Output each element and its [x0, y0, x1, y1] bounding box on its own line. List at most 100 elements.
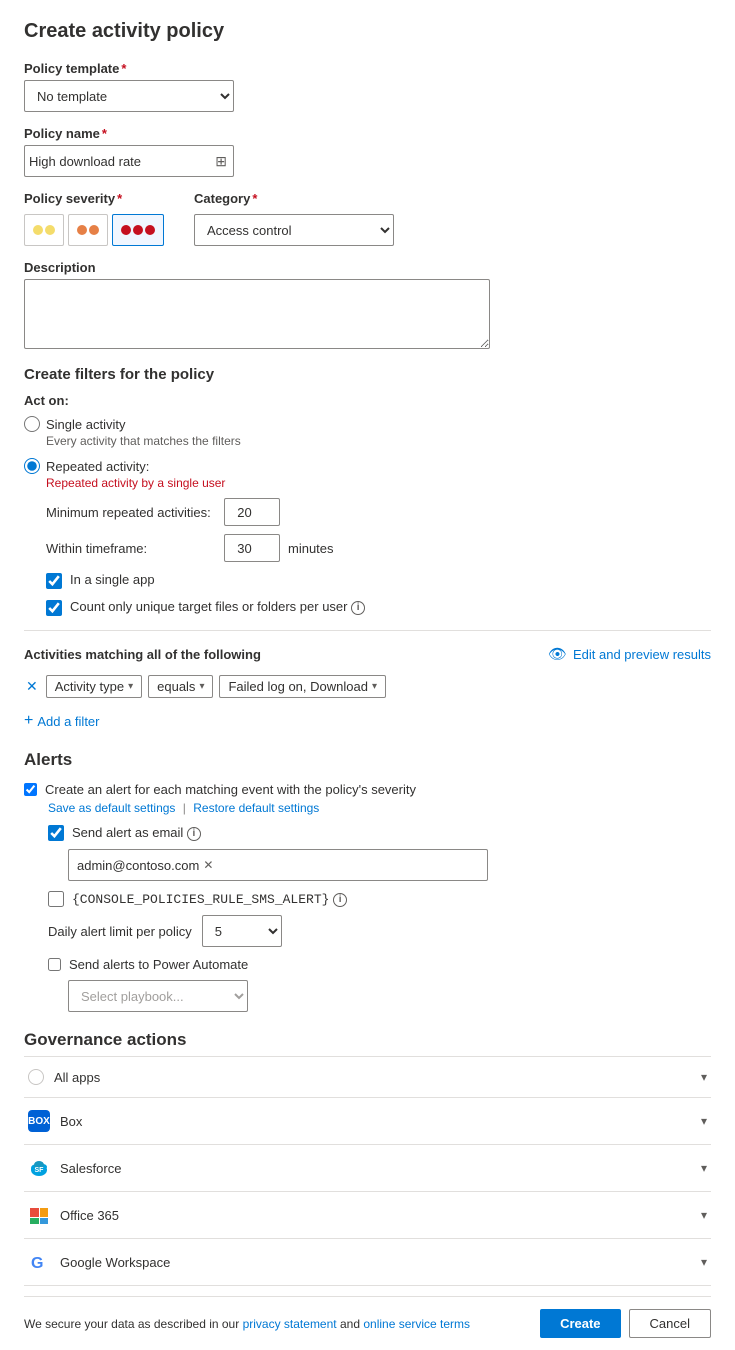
repeated-activity-label: Repeated activity: [46, 459, 149, 474]
within-timeframe-row: Within timeframe: minutes [46, 534, 711, 562]
activities-filter-title: Activities matching all of the following [24, 647, 261, 662]
salesforce-row[interactable]: SF Salesforce ▾ [24, 1145, 711, 1192]
box-row-left: BOX Box [28, 1110, 82, 1132]
sev-dot-high-2 [133, 225, 143, 235]
google-chevron: ▾ [701, 1255, 707, 1269]
repeated-activity-desc: Repeated activity by a single user [46, 476, 711, 490]
daily-limit-label: Daily alert limit per policy [48, 924, 192, 939]
google-row[interactable]: G Google Workspace ▾ [24, 1239, 711, 1286]
all-apps-radio-icon [28, 1069, 44, 1085]
save-default-link[interactable]: Save as default settings [48, 801, 175, 815]
office365-row[interactable]: Office 365 ▾ [24, 1192, 711, 1239]
sms-alert-checkbox[interactable] [48, 891, 64, 907]
edit-preview-btn[interactable]: 👁 Edit and preview results [548, 645, 711, 663]
filter-chip-operator[interactable]: equals ▾ [148, 675, 213, 698]
severity-low-btn[interactable] [24, 214, 64, 246]
page-title: Create activity policy [24, 20, 711, 43]
filter-chip-field[interactable]: Activity type ▾ [46, 675, 142, 698]
policy-template-label: Policy template* [24, 61, 711, 76]
single-app-label: In a single app [70, 572, 155, 587]
policy-template-select[interactable]: No template [24, 80, 234, 112]
google-icon: G [28, 1251, 50, 1273]
box-name: Box [60, 1114, 82, 1129]
privacy-link[interactable]: privacy statement [243, 1317, 337, 1331]
email-tag: admin@contoso.com ✕ [77, 858, 213, 873]
send-email-checkbox[interactable] [48, 825, 64, 841]
cancel-button[interactable]: Cancel [629, 1309, 711, 1338]
sev-dot-med-2 [89, 225, 99, 235]
activities-filter-section: Activities matching all of the following… [24, 645, 711, 734]
power-automate-row: Send alerts to Power Automate [48, 957, 711, 972]
severity-label: Policy severity* [24, 191, 164, 206]
count-unique-checkbox[interactable] [46, 600, 62, 616]
single-app-checkbox[interactable] [46, 573, 62, 589]
governance-section: Governance actions All apps ▾ BOX Box ▾ [24, 1030, 711, 1286]
salesforce-icon: SF [28, 1157, 50, 1179]
min-repeated-input[interactable] [224, 498, 280, 526]
alerts-section: Alerts Create an alert for each matching… [24, 750, 711, 1012]
all-apps-name: All apps [54, 1070, 100, 1085]
count-unique-info-icon[interactable]: i [351, 601, 365, 615]
severity-category-row: Policy severity* Catego [24, 191, 711, 246]
alerts-title: Alerts [24, 750, 711, 770]
repeated-activity-group: Repeated activity: Repeated activity by … [24, 458, 711, 562]
create-alert-checkbox[interactable] [24, 783, 37, 796]
page-container: Create activity policy Policy template* … [0, 0, 735, 1350]
daily-limit-select[interactable]: 5 1 10 20 50 [202, 915, 282, 947]
power-automate-label: Send alerts to Power Automate [69, 957, 248, 972]
sms-info-icon[interactable]: i [333, 893, 347, 907]
all-apps-row[interactable]: All apps ▾ [24, 1057, 711, 1098]
severity-group: Policy severity* [24, 191, 164, 246]
add-filter-btn[interactable]: + Add a filter [24, 708, 100, 734]
section-divider-1 [24, 630, 711, 631]
within-timeframe-input[interactable] [224, 534, 280, 562]
restore-default-link[interactable]: Restore default settings [193, 801, 319, 815]
category-select[interactable]: Access control Threat detection Complian… [194, 214, 394, 246]
description-textarea[interactable] [24, 279, 490, 349]
sms-alert-row: {CONSOLE_POLICIES_RULE_SMS_ALERT} i [48, 891, 711, 907]
playbook-select[interactable]: Select playbook... [68, 980, 248, 1012]
act-on-label: Act on: [24, 393, 711, 408]
email-input-row: admin@contoso.com ✕ [68, 849, 711, 881]
all-apps-left: All apps [28, 1069, 100, 1085]
footer-bar: We secure your data as described in our … [24, 1296, 711, 1350]
create-button[interactable]: Create [540, 1309, 620, 1338]
alert-links: Save as default settings | Restore defau… [48, 801, 711, 815]
box-icon: BOX [28, 1110, 50, 1132]
power-automate-checkbox[interactable] [48, 958, 61, 971]
remove-email-tag[interactable]: ✕ [203, 858, 213, 872]
email-tag-input[interactable]: admin@contoso.com ✕ [68, 849, 488, 881]
min-repeated-row: Minimum repeated activities: [46, 498, 711, 526]
sev-dot-high-3 [145, 225, 155, 235]
repeated-activity-radio[interactable] [24, 458, 40, 474]
severity-medium-btn[interactable] [68, 214, 108, 246]
filters-section-title: Create filters for the policy [24, 366, 711, 383]
filter-remove-btn[interactable]: ✕ [24, 678, 40, 695]
edit-icon: ⊞ [215, 153, 233, 170]
google-row-left: G Google Workspace [28, 1251, 170, 1273]
svg-text:SF: SF [35, 1167, 45, 1174]
sev-dot-low-2 [45, 225, 55, 235]
sev-dot-high-1 [121, 225, 131, 235]
office365-name: Office 365 [60, 1208, 119, 1223]
create-alert-label: Create an alert for each matching event … [45, 782, 416, 797]
policy-name-input[interactable] [25, 154, 215, 169]
filter-chip-value[interactable]: Failed log on, Download ▾ [219, 675, 386, 698]
send-email-label: Send alert as email i [72, 825, 201, 841]
single-activity-radio[interactable] [24, 416, 40, 432]
count-unique-checkbox-row: Count only unique target files or folder… [46, 599, 711, 616]
policy-template-group: Policy template* No template [24, 61, 711, 112]
footer-actions: Create Cancel [540, 1309, 711, 1338]
single-activity-group: Single activity Every activity that matc… [24, 416, 711, 448]
sev-dot-med-1 [77, 225, 87, 235]
severity-high-btn[interactable] [112, 214, 164, 246]
box-row[interactable]: BOX Box ▾ [24, 1098, 711, 1145]
send-email-info-icon[interactable]: i [187, 827, 201, 841]
sev-dot-low-1 [33, 225, 43, 235]
terms-link[interactable]: online service terms [363, 1317, 470, 1331]
eye-icon: 👁 [548, 645, 567, 663]
repeated-activity-row: Repeated activity: [24, 458, 711, 474]
office365-row-left: Office 365 [28, 1204, 119, 1226]
policy-name-group: Policy name* ⊞ [24, 126, 711, 177]
svg-text:G: G [31, 1255, 43, 1272]
